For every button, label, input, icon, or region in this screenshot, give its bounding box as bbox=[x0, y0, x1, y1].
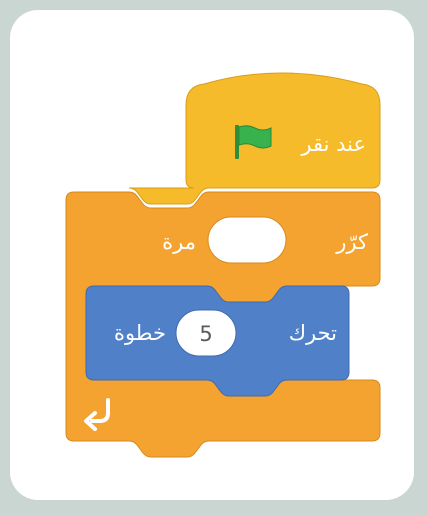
repeat-label: كرّر bbox=[335, 230, 368, 254]
move-label: تحرك bbox=[289, 321, 337, 345]
move-steps-value: 5 bbox=[199, 322, 212, 346]
hat-label: عند نقر bbox=[300, 132, 366, 156]
repeat-times-input[interactable] bbox=[207, 216, 287, 264]
repeat-unit-label: مرة bbox=[162, 230, 196, 254]
move-steps-block[interactable]: تحرك 5 خطوة bbox=[85, 285, 350, 397]
move-unit-label: خطوة bbox=[114, 321, 166, 345]
script-area: كرّر مرة عند نقر تحرك 5 خطوة bbox=[65, 72, 381, 458]
when-flag-clicked-block[interactable]: عند نقر bbox=[128, 72, 381, 205]
